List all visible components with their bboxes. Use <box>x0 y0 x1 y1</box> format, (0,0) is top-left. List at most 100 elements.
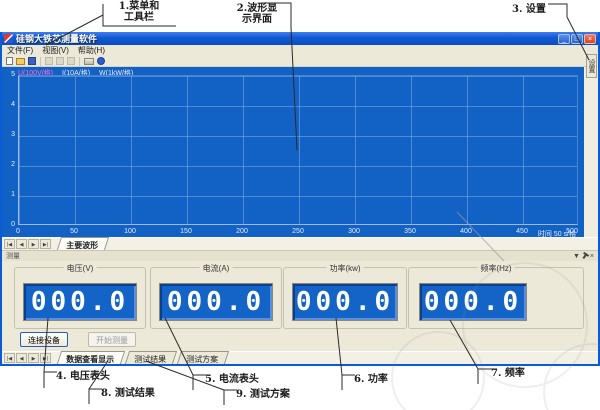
menu-bar: 文件(F) 视图(V) 帮助(H) <box>2 45 598 56</box>
callout-power: 6. 功率 <box>354 374 388 385</box>
voltage-meter-label: 电压(V) <box>64 263 97 274</box>
power-display: 000.0 <box>292 283 398 321</box>
cut-icon[interactable] <box>45 57 53 65</box>
open-icon[interactable] <box>16 58 25 65</box>
settings-side-tab[interactable]: 设置 <box>586 54 597 78</box>
callout-waveform-area: 2.波形显 示界面 <box>227 3 287 25</box>
menu-file[interactable]: 文件(F) <box>7 45 33 56</box>
window-controls: _ □ × <box>558 34 596 44</box>
nav-prev-icon[interactable]: ◀ <box>16 353 27 363</box>
window-title: 硅钢大铁芯测量软件 <box>16 32 558 45</box>
paste-icon[interactable] <box>67 57 75 65</box>
nav-next-icon[interactable]: ▶ <box>28 239 39 249</box>
pane-caption: 测量 <box>6 251 573 261</box>
nav-last-icon[interactable]: ▶| <box>40 353 51 363</box>
nav-prev-icon[interactable]: ◀ <box>16 239 27 249</box>
right-strip <box>584 67 598 237</box>
callout-waveform-line2: 示界面 <box>227 14 287 25</box>
tab-main-waveform[interactable]: 主要波形 <box>57 237 109 250</box>
chart-tab-bar: |◀ ◀ ▶ ▶| 主要波形 <box>2 237 598 250</box>
y-tick: 0 <box>4 221 15 228</box>
callout-menu-toolbar-line1: 1.菜单和 <box>103 1 175 12</box>
print-icon[interactable] <box>84 58 94 65</box>
close-button[interactable]: × <box>584 34 596 44</box>
app-icon <box>4 34 13 43</box>
nav-next-icon[interactable]: ▶ <box>28 353 39 363</box>
y-tick: 2 <box>4 161 15 168</box>
callout-frequency: 7. 频率 <box>491 368 525 379</box>
tab-test-results-label: 测试结果 <box>134 354 166 366</box>
x-tick: 350 <box>400 228 420 235</box>
callout-settings: 3. 设置 <box>512 4 546 15</box>
tab-test-results[interactable]: 测试结果 <box>125 351 177 364</box>
toolbar-separator <box>40 57 41 66</box>
menu-view[interactable]: 视图(V) <box>42 45 69 56</box>
x-tick: 0 <box>8 228 28 235</box>
callout-voltage-meter: 4. 电压表头 <box>56 371 110 382</box>
y-tick: 4 <box>4 101 15 108</box>
waveform-chart: U(100V/格) I(10A/格) W(1kW/格) 5 4 3 2 1 0 … <box>2 67 584 237</box>
x-tick: 400 <box>456 228 476 235</box>
connect-device-button[interactable]: 连接设备 <box>20 332 68 347</box>
bracket-7 <box>478 369 492 384</box>
meter-pane: 电压(V) 000.0 电流(A) 000.0 功率(kw) 000.0 频率(… <box>2 261 598 351</box>
pane-menu-icon[interactable]: ▼ <box>573 252 580 261</box>
minimize-button[interactable]: _ <box>558 34 570 44</box>
maximize-button[interactable]: □ <box>571 34 583 44</box>
toolbar-separator <box>79 57 80 66</box>
nav-first-icon[interactable]: |◀ <box>4 353 15 363</box>
bracket-3 <box>548 4 567 17</box>
current-meter-group: 电流(A) 000.0 <box>150 267 282 329</box>
current-meter-label: 电流(A) <box>200 263 233 274</box>
callout-test-results: 8. 测试结果 <box>101 388 155 399</box>
x-tick: 100 <box>120 228 140 235</box>
x-tick: 300 <box>344 228 364 235</box>
voltage-display: 000.0 <box>23 283 137 321</box>
callout-menu-toolbar-line2: 工具栏 <box>103 12 175 23</box>
menu-help[interactable]: 帮助(H) <box>78 45 105 56</box>
callout-test-plan: 9. 测试方案 <box>236 389 290 400</box>
callout-waveform-line1: 2.波形显 <box>227 3 287 14</box>
x-tick: 450 <box>512 228 532 235</box>
power-meter-group: 功率(kw) 000.0 <box>283 267 407 329</box>
frequency-meter-group: 频率(Hz) 000.0 <box>408 267 584 329</box>
frequency-display: 000.0 <box>419 283 527 321</box>
pane-controls: ▼ × <box>573 252 594 261</box>
tab-data-view[interactable]: 数据查看显示 <box>57 351 125 364</box>
start-measure-button[interactable]: 开始测量 <box>88 332 136 347</box>
pane-header: 测量 ▼ × <box>2 250 598 261</box>
current-display: 000.0 <box>159 283 273 321</box>
bottom-tab-nav: |◀ ◀ ▶ ▶| <box>4 353 51 363</box>
copy-icon[interactable] <box>56 57 64 65</box>
save-icon[interactable] <box>28 57 36 65</box>
x-tick: 200 <box>232 228 252 235</box>
y-tick: 3 <box>4 131 15 138</box>
callout-menu-toolbar: 1.菜单和 工具栏 <box>103 1 175 23</box>
new-icon[interactable] <box>6 57 13 65</box>
y-tick: 5 <box>4 71 15 78</box>
screenshot-page: 硅钢大铁芯测量软件 _ □ × 文件(F) 视图(V) 帮助(H) <box>0 0 600 410</box>
power-meter-label: 功率(kw) <box>326 263 363 274</box>
tab-data-view-label: 数据查看显示 <box>66 354 114 366</box>
x-tick: 250 <box>288 228 308 235</box>
toolbar <box>2 56 598 67</box>
callout-current-meter: 5. 电流表头 <box>205 374 259 385</box>
about-icon[interactable] <box>97 57 105 65</box>
title-bar[interactable]: 硅钢大铁芯测量软件 _ □ × <box>2 32 598 45</box>
nav-first-icon[interactable]: |◀ <box>4 239 15 249</box>
voltage-meter-group: 电压(V) 000.0 <box>14 267 146 329</box>
chart-tab-nav: |◀ ◀ ▶ ▶| <box>4 239 51 249</box>
pane-close-icon[interactable]: × <box>590 252 594 261</box>
pin-icon[interactable] <box>582 253 587 259</box>
plot-area <box>18 75 578 225</box>
x-tick: 150 <box>176 228 196 235</box>
y-tick: 1 <box>4 191 15 198</box>
frequency-meter-label: 频率(Hz) <box>477 263 514 274</box>
time-axis-label: 时间 50 s/格 <box>538 229 576 237</box>
x-tick: 50 <box>64 228 84 235</box>
bottom-tab-bar: |◀ ◀ ▶ ▶| 数据查看显示 测试结果 测试方案 <box>2 351 598 364</box>
nav-last-icon[interactable]: ▶| <box>40 239 51 249</box>
tab-test-plan[interactable]: 测试方案 <box>177 351 229 364</box>
tab-test-plan-label: 测试方案 <box>186 354 218 366</box>
app-window: 硅钢大铁芯测量软件 _ □ × 文件(F) 视图(V) 帮助(H) <box>0 32 600 366</box>
